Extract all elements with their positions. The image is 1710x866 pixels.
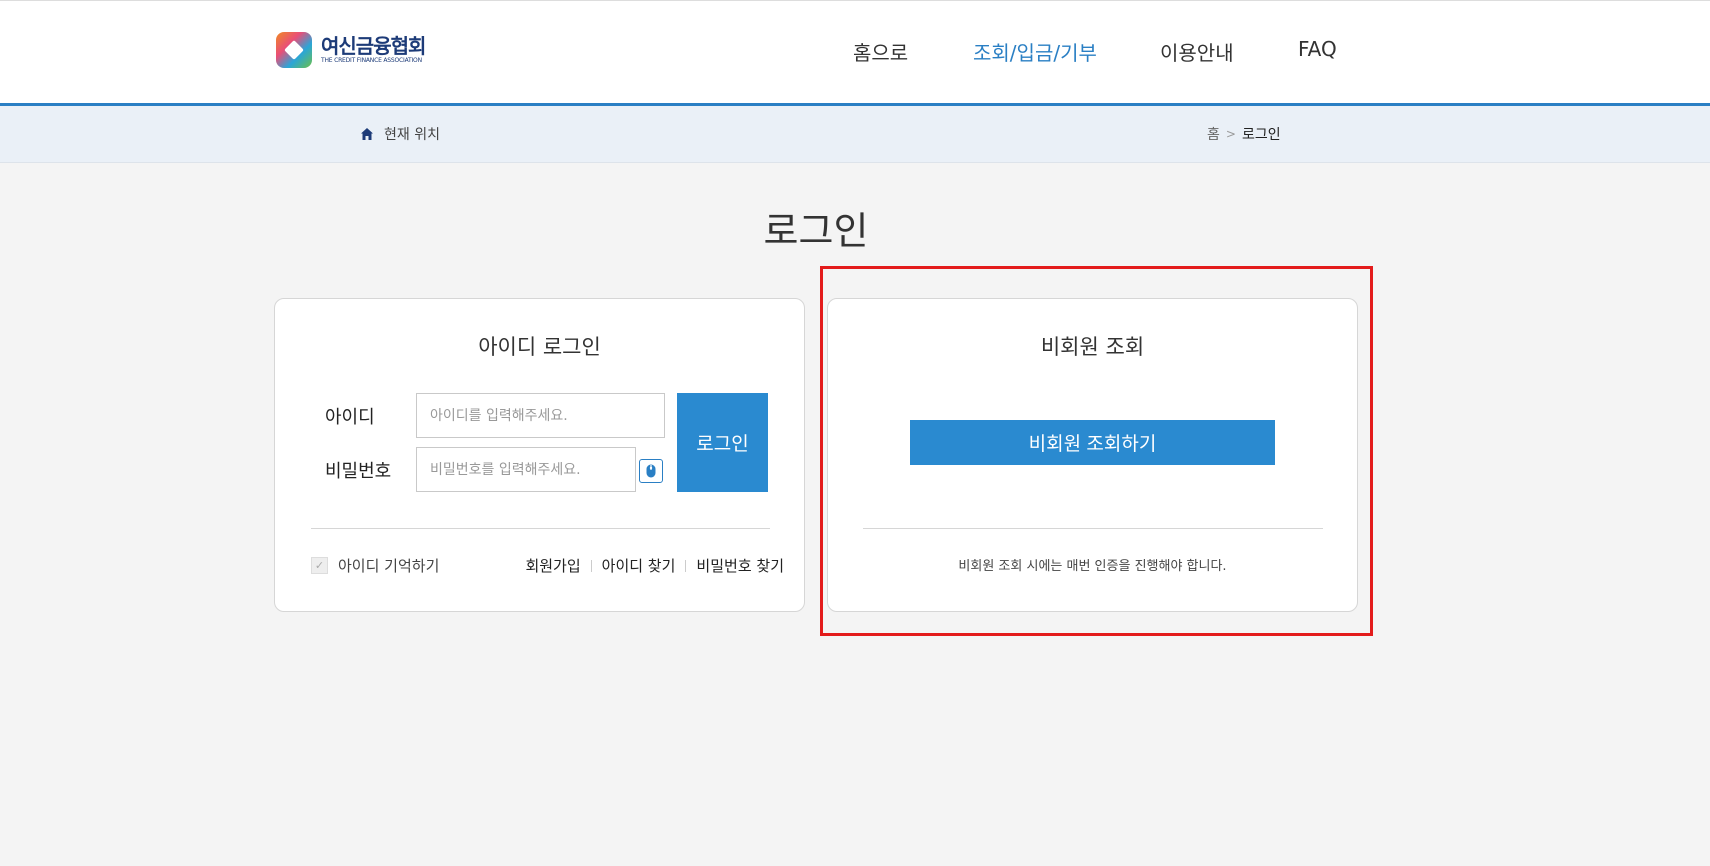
check-icon[interactable]: ✓ [311,557,328,574]
account-links: 회원가입 아이디 찾기 비밀번호 찾기 [525,555,784,576]
site-header: 여신금융협회 THE CREDIT FINANCE ASSOCIATION 홈으… [0,0,1710,107]
home-icon [361,128,373,140]
breadcrumb-location-label: 현재 위치 [384,127,440,143]
site-logo[interactable]: 여신금융협회 THE CREDIT FINANCE ASSOCIATION [276,32,426,68]
id-label: 아이디 [325,407,375,428]
breadcrumb: 현재 위치 홈 > 로그인 [0,106,1710,163]
password-label: 비밀번호 [325,461,392,482]
nav-faq[interactable]: FAQ [1298,37,1337,61]
nonmember-card: 비회원 조회 비회원 조회하기 비회원 조회 시에는 매번 인증을 진행해야 합… [827,298,1358,612]
nav-home[interactable]: 홈으로 [853,37,908,66]
id-login-title: 아이디 로그인 [478,335,601,359]
virtual-keyboard-button[interactable] [639,459,663,483]
nonmember-notice: 비회원 조회 시에는 매번 인증을 진행해야 합니다. [958,559,1227,574]
nonmember-title: 비회원 조회 [1040,335,1145,359]
nonmember-inquiry-button[interactable]: 비회원 조회하기 [910,420,1275,465]
nav-guide[interactable]: 이용안내 [1160,37,1234,66]
nav-inquiry[interactable]: 조회/입금/기부 [973,37,1097,66]
divider [311,528,770,529]
page-title: 로그인 [763,209,869,253]
breadcrumb-current: 로그인 [1241,127,1281,143]
id-login-card: 아이디 로그인 아이디 비밀번호 로그인 ✓ 아이디 기억하기 회원가입 아이디… [274,298,805,612]
login-button[interactable]: 로그인 [677,393,768,492]
signup-link[interactable]: 회원가입 [525,555,580,576]
logo-icon [276,32,312,68]
breadcrumb-home[interactable]: 홈 [1207,124,1220,144]
find-id-link[interactable]: 아이디 찾기 [602,555,676,576]
remember-id-checkbox[interactable]: ✓ 아이디 기억하기 [311,555,439,576]
logo-subtext: THE CREDIT FINANCE ASSOCIATION [321,57,422,64]
remember-id-label: 아이디 기억하기 [338,557,440,575]
breadcrumb-separator: > [1225,127,1236,141]
id-input[interactable] [416,393,665,438]
logo-text: 여신금융협회 [321,34,426,58]
mouse-icon [646,464,656,478]
find-password-link[interactable]: 비밀번호 찾기 [696,555,784,576]
divider [863,528,1323,529]
password-input[interactable] [416,447,636,492]
